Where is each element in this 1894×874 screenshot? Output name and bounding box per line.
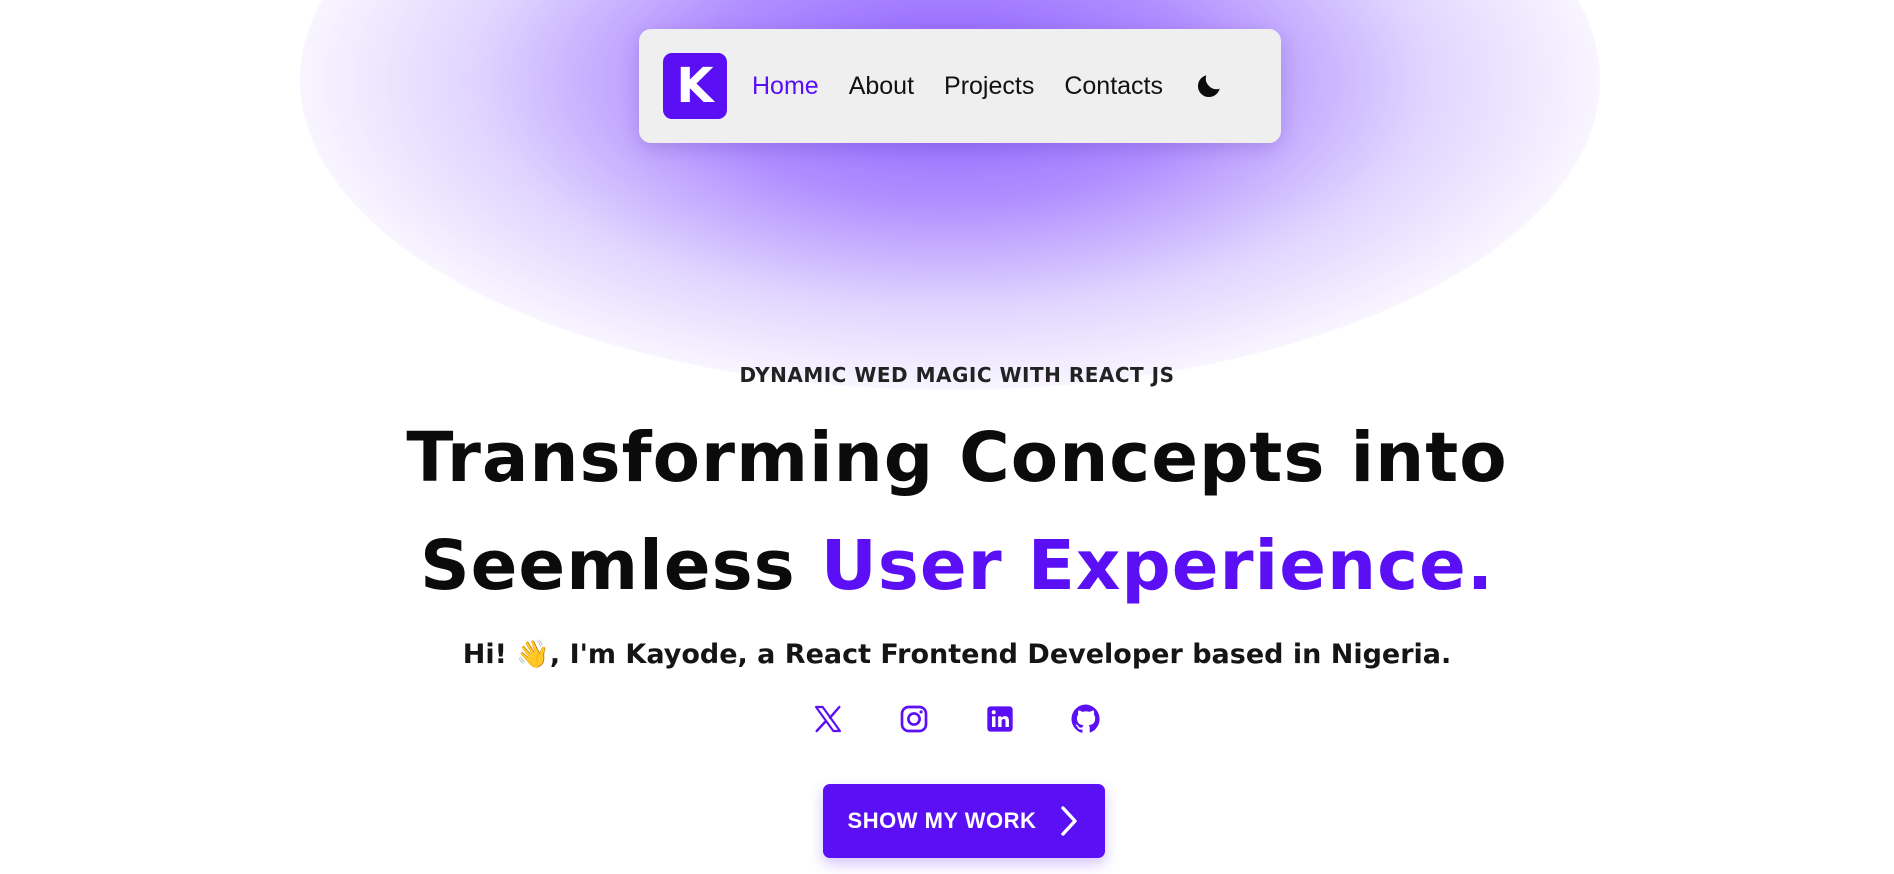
page: K Home About Projects Contacts DYNAMIC W… — [0, 0, 1894, 874]
headline-plain-text: Seemless — [419, 526, 821, 606]
github-icon — [1071, 704, 1100, 733]
linkedin-icon — [987, 706, 1013, 732]
headline-accent-text: User Experience. — [820, 526, 1495, 606]
hero-headline-line2: Seemless User Experience. — [0, 526, 1894, 606]
nav-link-projects[interactable]: Projects — [944, 72, 1034, 101]
x-twitter-link[interactable] — [810, 701, 846, 737]
nav-link-contacts[interactable]: Contacts — [1064, 72, 1163, 101]
waving-hand-icon: 👋 — [516, 639, 550, 670]
navbar: K Home About Projects Contacts — [639, 29, 1281, 143]
x-twitter-icon — [814, 705, 842, 733]
hero-headline-line1: Transforming Concepts into — [406, 418, 1508, 498]
show-my-work-label: SHOW MY WORK — [847, 808, 1037, 833]
show-my-work-button[interactable]: SHOW MY WORK — [823, 784, 1105, 858]
moon-icon — [1197, 75, 1220, 98]
nav-link-home[interactable]: Home — [752, 72, 819, 101]
chevron-right-icon — [1061, 806, 1078, 836]
theme-toggle-button[interactable] — [1193, 70, 1225, 102]
intro-text: , I'm Kayode, a React Frontend Developer… — [549, 639, 1452, 670]
hero-intro: Hi! 👋, I'm Kayode, a React Frontend Deve… — [0, 638, 1894, 670]
logo-letter: K — [676, 58, 714, 114]
nav-link-about[interactable]: About — [849, 72, 914, 101]
instagram-icon — [900, 705, 928, 733]
hero-eyebrow: DYNAMIC WED MAGIC WITH REACT JS — [739, 363, 1175, 387]
github-link[interactable] — [1068, 701, 1104, 737]
instagram-link[interactable] — [896, 701, 932, 737]
intro-prefix: Hi! — [462, 639, 517, 670]
linkedin-link[interactable] — [982, 701, 1018, 737]
logo[interactable]: K — [663, 53, 727, 119]
social-links — [0, 701, 1894, 737]
